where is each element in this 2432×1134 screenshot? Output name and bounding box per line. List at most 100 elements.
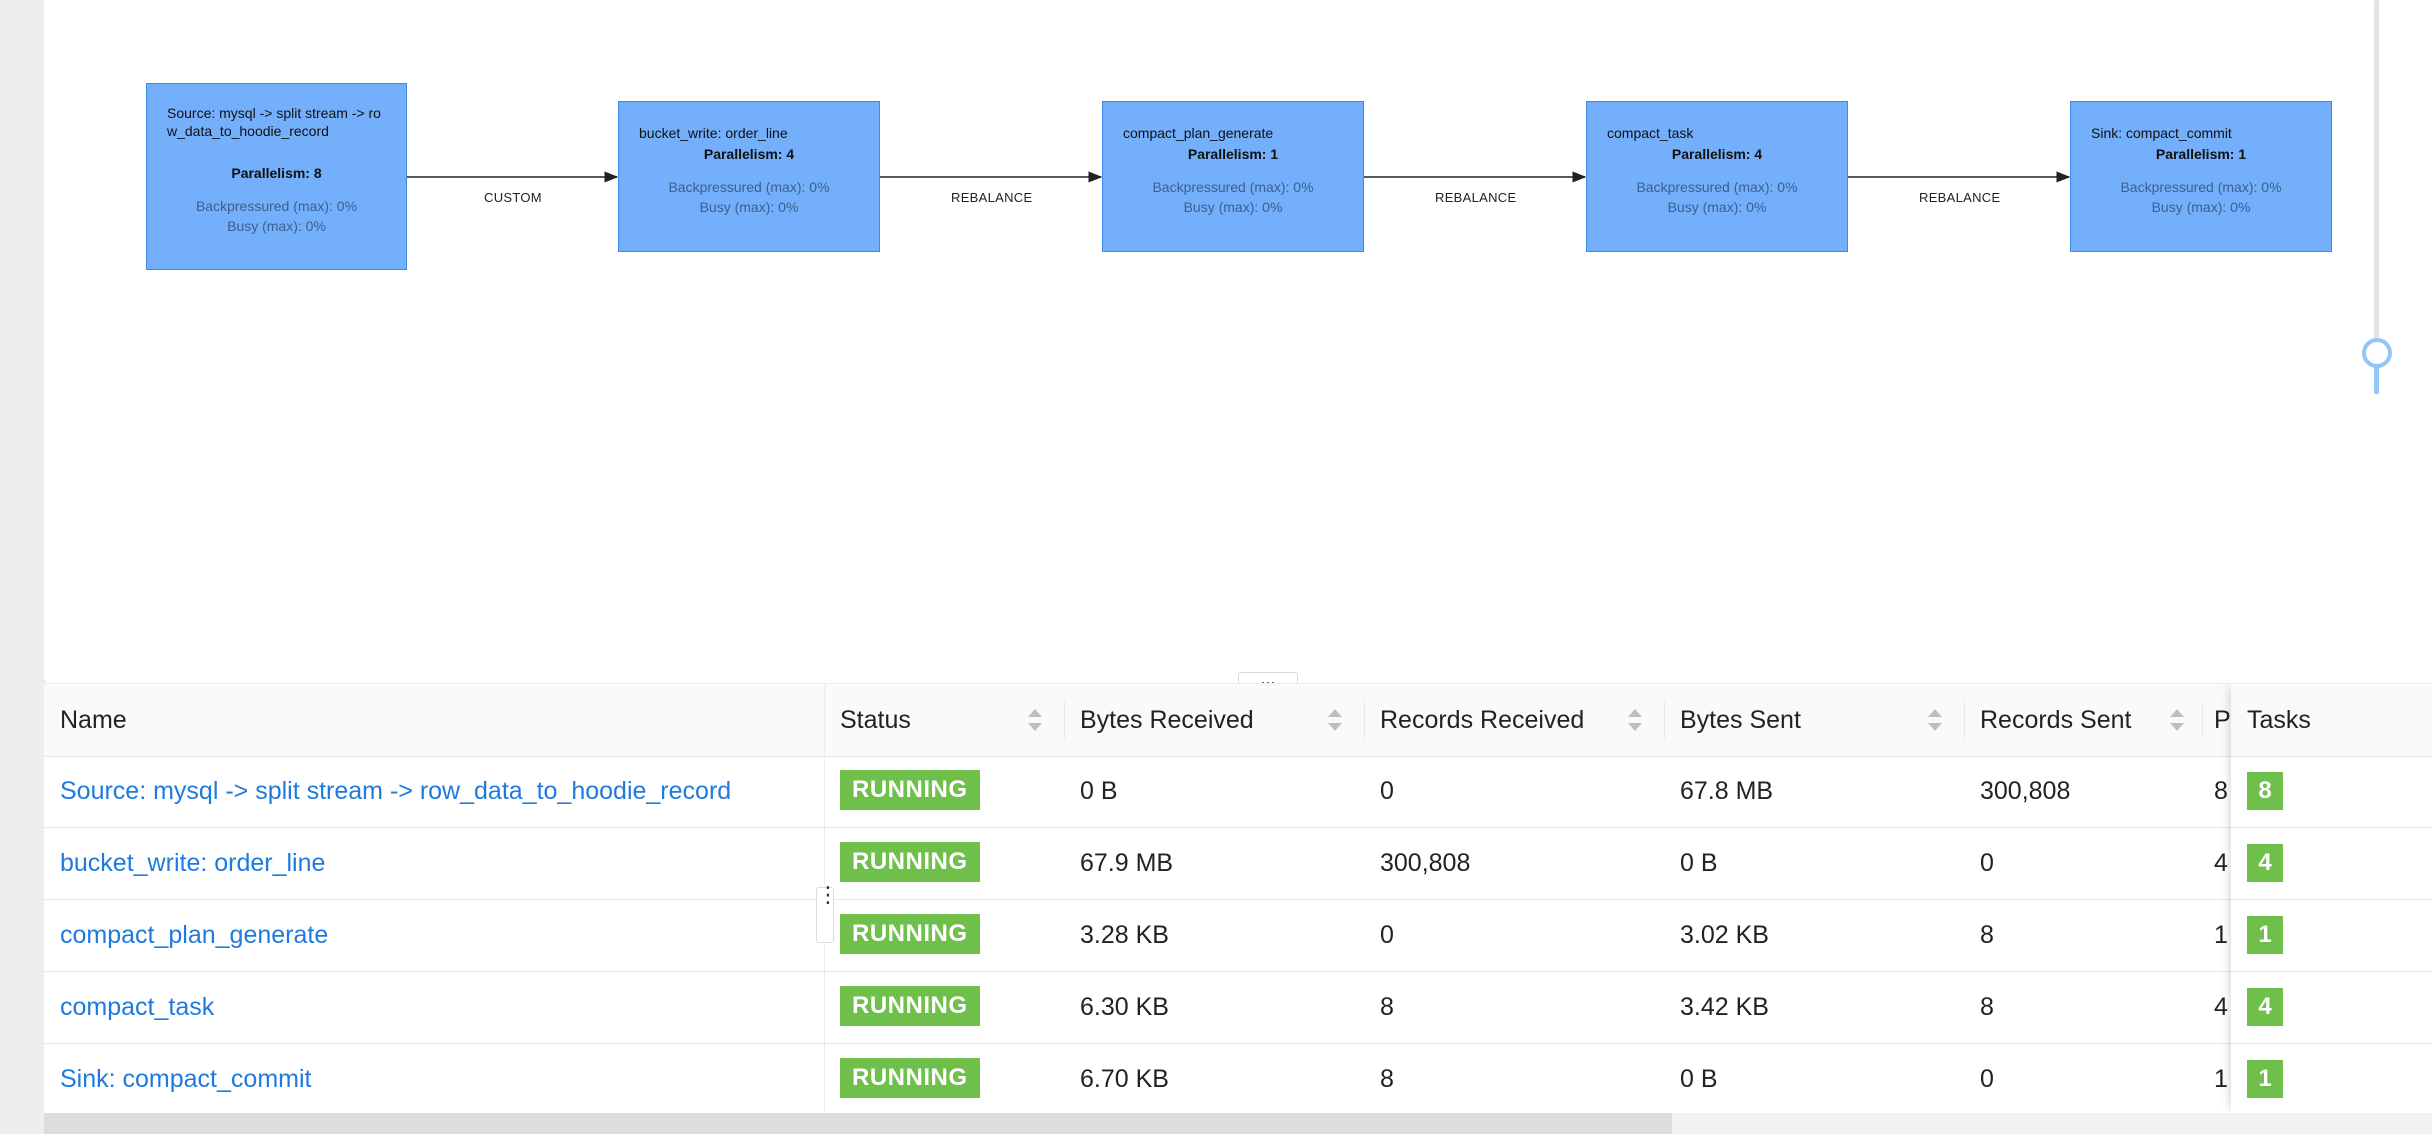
col-divider	[1064, 702, 1065, 738]
zoom-slider-handle[interactable]	[2362, 338, 2392, 368]
node-parallelism: Parallelism: 1	[2155, 146, 2247, 162]
tasks-column: Tasks 8 4 1 4 1	[2231, 683, 2432, 1113]
bytes-received: 6.30 KB	[1080, 993, 1169, 1021]
graph-node-source[interactable]: Source: mysql -> split stream -> row_dat…	[146, 83, 407, 270]
col-divider	[2202, 702, 2203, 738]
parallelism: 1	[2214, 1065, 2228, 1093]
status-badge: RUNNING	[840, 1058, 980, 1098]
node-busy: Busy (max): 0%	[699, 199, 799, 215]
col-header-tasks[interactable]: Tasks	[2247, 684, 2311, 756]
records-received: 0	[1380, 921, 1394, 949]
node-parallelism: Parallelism: 8	[231, 165, 322, 181]
tasks-cell: 1	[2231, 1043, 2432, 1113]
sort-icon[interactable]	[1928, 709, 1942, 731]
col-divider	[1664, 702, 1665, 738]
task-count-badge[interactable]: 4	[2247, 844, 2283, 882]
node-backpressured: Backpressured (max): 0%	[2120, 179, 2282, 195]
col-header-name[interactable]: Name	[60, 684, 127, 756]
bytes-received: 0 B	[1080, 777, 1118, 805]
vertex-name-link[interactable]: Source: mysql -> split stream -> row_dat…	[60, 755, 810, 827]
node-parallelism: Parallelism: 4	[1671, 146, 1763, 162]
bytes-received: 3.28 KB	[1080, 921, 1169, 949]
sort-icon[interactable]	[1628, 709, 1642, 731]
parallelism: 4	[2214, 993, 2228, 1021]
tasks-cell: 4	[2231, 971, 2432, 1044]
col-header-status[interactable]: Status	[840, 684, 911, 756]
bytes-sent: 3.02 KB	[1680, 921, 1769, 949]
records-sent: 8	[1980, 993, 1994, 1021]
node-name: compact_task	[1607, 125, 1694, 141]
edge-label: REBALANCE	[951, 190, 1033, 205]
records-sent: 8	[1980, 921, 1994, 949]
vertices-table: Name Status Bytes Received Records Recei…	[44, 683, 2432, 1113]
col-header-bytes-sent[interactable]: Bytes Sent	[1680, 684, 1801, 756]
flink-job-view: Source: mysql -> split stream -> row_dat…	[0, 0, 2432, 1134]
task-count-badge[interactable]: 1	[2247, 1060, 2283, 1098]
job-graph[interactable]: Source: mysql -> split stream -> row_dat…	[44, 0, 2432, 680]
edge-label: REBALANCE	[1435, 190, 1517, 205]
graph-node-compact-task[interactable]: compact_task Parallelism: 4 Backpressure…	[1586, 101, 1848, 252]
parallelism: 1	[2214, 921, 2228, 949]
task-count-badge[interactable]: 1	[2247, 916, 2283, 954]
node-busy: Busy (max): 0%	[1183, 199, 1283, 215]
bytes-received: 6.70 KB	[1080, 1065, 1169, 1093]
bytes-sent: 3.42 KB	[1680, 993, 1769, 1021]
node-backpressured: Backpressured (max): 0%	[195, 198, 358, 214]
records-sent: 0	[1980, 1065, 1994, 1093]
node-parallelism: Parallelism: 4	[703, 146, 795, 162]
bytes-sent: 67.8 MB	[1680, 777, 1774, 805]
col-divider	[1964, 702, 1965, 738]
graph-node-sink[interactable]: Sink: compact_commit Parallelism: 1 Back…	[2070, 101, 2332, 252]
col-header-records-received[interactable]: Records Received	[1380, 684, 1584, 756]
records-sent: 300,808	[1980, 777, 2071, 805]
table-row: Sink: compact_commit RUNNING 6.70 KB 8 0…	[44, 1043, 2432, 1113]
node-name: compact_plan_generate	[1123, 125, 1274, 141]
vertex-name-link[interactable]: compact_plan_generate	[60, 899, 810, 971]
parallelism: 4	[2214, 849, 2228, 877]
graph-node-bucket-write[interactable]: bucket_write: order_line Parallelism: 4 …	[618, 101, 880, 252]
left-rail	[0, 0, 45, 1134]
table-row: compact_plan_generate RUNNING 3.28 KB 0 …	[44, 899, 2432, 972]
node-name: Sink: compact_commit	[2091, 125, 2232, 141]
tasks-cell: 4	[2231, 827, 2432, 900]
zoom-slider-track[interactable]	[2374, 0, 2379, 394]
tasks-header-cell: Tasks	[2231, 683, 2432, 757]
bytes-received: 67.9 MB	[1080, 849, 1174, 877]
vertex-name-link[interactable]: bucket_write: order_line	[60, 827, 810, 899]
task-count-badge[interactable]: 8	[2247, 772, 2283, 810]
sort-icon[interactable]	[2170, 709, 2184, 731]
col-header-parallelism[interactable]: P	[2214, 684, 2231, 756]
col-header-bytes-received[interactable]: Bytes Received	[1080, 684, 1254, 756]
node-backpressured: Backpressured (max): 0%	[668, 179, 830, 195]
status-badge: RUNNING	[840, 770, 980, 810]
table-row: compact_task RUNNING 6.30 KB 8 3.42 KB 8…	[44, 971, 2432, 1044]
vertex-name-link[interactable]: Sink: compact_commit	[60, 1043, 810, 1113]
bytes-sent: 0 B	[1680, 1065, 1718, 1093]
records-received: 300,808	[1380, 849, 1471, 877]
node-parallelism: Parallelism: 1	[1187, 146, 1279, 162]
col-header-records-sent[interactable]: Records Sent	[1980, 684, 2131, 756]
records-received: 0	[1380, 777, 1394, 805]
table-row: bucket_write: order_line RUNNING 67.9 MB…	[44, 827, 2432, 900]
graph-node-compact-plan-generate[interactable]: compact_plan_generate Parallelism: 1 Bac…	[1102, 101, 1364, 252]
sort-icon[interactable]	[1328, 709, 1342, 731]
edge-label: REBALANCE	[1919, 190, 2001, 205]
node-busy: Busy (max): 0%	[227, 218, 326, 234]
node-busy: Busy (max): 0%	[1667, 199, 1767, 215]
table-header: Name Status Bytes Received Records Recei…	[44, 683, 2432, 757]
table-row: Source: mysql -> split stream -> row_dat…	[44, 755, 2432, 828]
sort-icon[interactable]	[1028, 709, 1042, 731]
horizontal-scrollbar-thumb[interactable]	[44, 1113, 1672, 1134]
column-resize-handle-icon[interactable]: ⋮	[816, 884, 839, 943]
records-received: 8	[1380, 1065, 1394, 1093]
node-name: bucket_write: order_line	[639, 125, 788, 141]
vertex-name-link[interactable]: compact_task	[60, 971, 810, 1043]
bytes-sent: 0 B	[1680, 849, 1718, 877]
task-count-badge[interactable]: 4	[2247, 988, 2283, 1026]
status-badge: RUNNING	[840, 842, 980, 882]
node-backpressured: Backpressured (max): 0%	[1636, 179, 1798, 195]
node-backpressured: Backpressured (max): 0%	[1152, 179, 1314, 195]
parallelism: 8	[2214, 777, 2228, 805]
node-name: Source: mysql -> split stream -> row_dat…	[167, 105, 381, 139]
node-busy: Busy (max): 0%	[2151, 199, 2251, 215]
